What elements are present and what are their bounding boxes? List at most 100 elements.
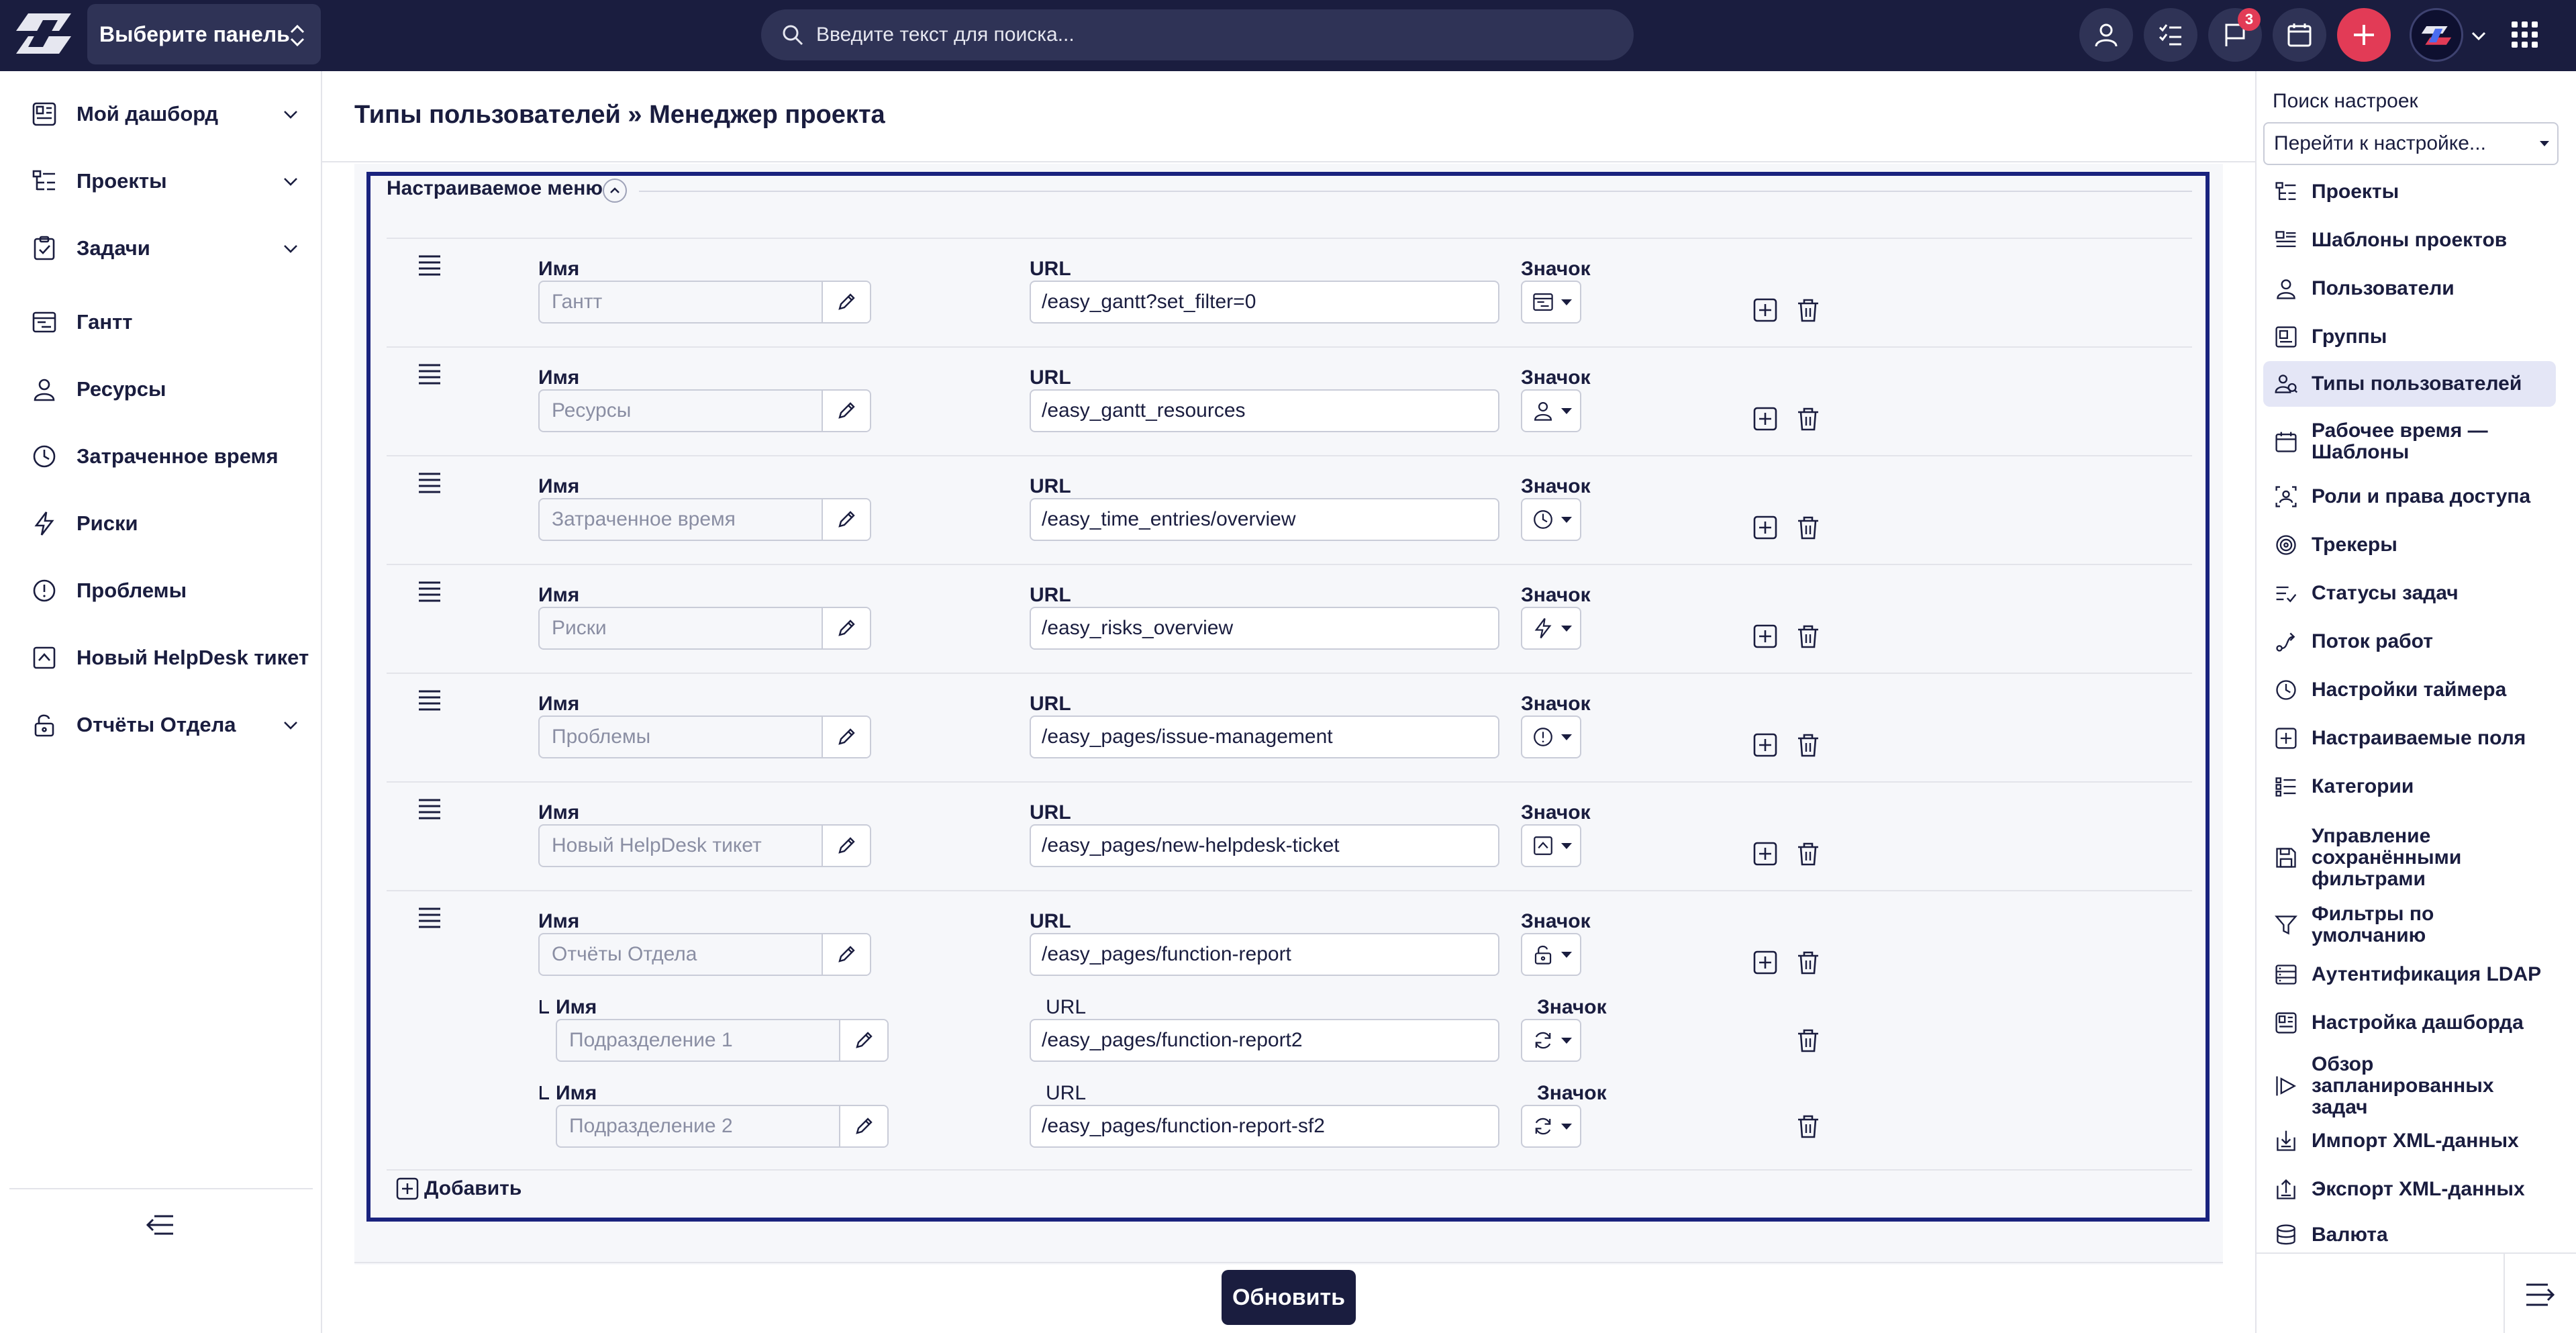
drag-handle-icon[interactable] [416,471,443,494]
add-menu-item-button[interactable]: Добавить [396,1177,522,1200]
trash-icon[interactable] [1795,623,1822,650]
edit-name-button[interactable] [839,1020,887,1060]
sidebar-item-4[interactable]: Гантт [0,289,322,356]
add-child-icon[interactable] [1752,514,1779,541]
add-child-icon[interactable] [1752,297,1779,324]
trash-icon[interactable] [1795,1027,1822,1054]
avatar[interactable] [2410,8,2463,62]
url-input[interactable]: /easy_pages/function-report2 [1030,1019,1499,1062]
settings-item-4[interactable]: Группы [2263,318,2556,356]
drag-handle-icon[interactable] [416,254,443,277]
trash-icon[interactable] [1795,297,1822,324]
trash-icon[interactable] [1795,949,1822,976]
settings-item-13[interactable]: Категории [2263,768,2556,805]
name-input[interactable]: Ресурсы [538,389,871,432]
edit-name-button[interactable] [822,391,870,431]
settings-item-16[interactable]: Аутентификация LDAP [2263,956,2556,993]
quick-add-button[interactable] [2337,8,2391,62]
settings-item-10[interactable]: Поток работ [2263,623,2556,660]
name-input[interactable]: Затраченное время [538,498,871,541]
settings-item-6[interactable]: Рабочее время — Шаблоны [2263,413,2556,470]
sidebar-item-3[interactable]: Задачи [0,215,322,282]
settings-jump-select[interactable]: Перейти к настройке... [2263,122,2559,165]
settings-item-15[interactable]: Фильтры по умолчанию [2263,903,2556,946]
settings-item-17[interactable]: Настройка дашборда [2263,1004,2556,1042]
add-child-icon[interactable] [1752,840,1779,867]
settings-item-9[interactable]: Статусы задач [2263,575,2556,612]
icon-select[interactable] [1521,607,1581,650]
chevron-down-icon[interactable] [2470,27,2487,44]
trash-icon[interactable] [1795,732,1822,758]
sidebar-item-6[interactable]: Затраченное время [0,423,322,490]
url-input[interactable]: /easy_pages/function-report-sf2 [1030,1105,1499,1148]
drag-handle-icon[interactable] [416,906,443,929]
settings-item-3[interactable]: Пользователи [2263,270,2556,307]
url-input[interactable]: /easy_risks_overview [1030,607,1499,650]
settings-item-12[interactable]: Настраиваемые поля [2263,720,2556,757]
icon-select[interactable] [1521,389,1581,432]
settings-item-21[interactable]: Валюта [2263,1216,2556,1254]
settings-item-11[interactable]: Настройки таймера [2263,671,2556,709]
name-input[interactable]: Гантт [538,281,871,324]
edit-name-button[interactable] [822,717,870,757]
name-input[interactable]: Подразделение 1 [556,1019,889,1062]
drag-handle-icon[interactable] [416,580,443,603]
icon-select[interactable] [1521,1105,1581,1148]
chevron-down-icon[interactable] [282,716,299,734]
drag-handle-icon[interactable] [416,797,443,820]
add-child-icon[interactable] [1752,405,1779,432]
panel-select[interactable]: Выберите панель [87,4,321,64]
update-button[interactable]: Обновить [1222,1270,1356,1325]
drag-handle-icon[interactable] [416,362,443,385]
edit-name-button[interactable] [822,608,870,648]
name-input[interactable]: Подразделение 2 [556,1105,889,1148]
name-input[interactable]: Риски [538,607,871,650]
sidebar-item-2[interactable]: Проекты [0,148,322,215]
edit-name-button[interactable] [822,499,870,540]
settings-item-14[interactable]: Управление сохранёнными фильтрами [2263,820,2556,895]
tasks-list-button[interactable] [2144,8,2197,62]
url-input[interactable]: /easy_pages/issue-management [1030,715,1499,758]
global-search[interactable]: Введите текст для поиска... [761,9,1634,60]
chevron-down-icon[interactable] [282,172,299,190]
sidebar-item-7[interactable]: Риски [0,490,322,557]
url-input[interactable]: /easy_gantt?set_filter=0 [1030,281,1499,324]
settings-item-20[interactable]: Экспорт XML-данных [2263,1171,2556,1208]
calendar-button[interactable] [2273,8,2326,62]
trash-icon[interactable] [1795,1113,1822,1140]
name-input[interactable]: Проблемы [538,715,871,758]
settings-item-7[interactable]: Роли и права доступа [2263,478,2556,515]
sidebar-item-5[interactable]: Ресурсы [0,356,322,423]
url-input[interactable]: /easy_pages/new-helpdesk-ticket [1030,824,1499,867]
section-collapse-toggle[interactable] [603,179,627,203]
name-input[interactable]: Новый HelpDesk тикет [538,824,871,867]
settings-item-19[interactable]: Импорт XML-данных [2263,1122,2556,1160]
settings-item-1[interactable]: Проекты [2263,173,2556,211]
name-input[interactable]: Отчёты Отдела [538,933,871,976]
icon-select[interactable] [1521,715,1581,758]
settings-item-2[interactable]: Шаблоны проектов [2263,221,2556,259]
sidebar-item-1[interactable]: Мой дашборд [0,81,322,148]
chevron-down-icon[interactable] [282,240,299,257]
add-child-icon[interactable] [1752,623,1779,650]
settings-item-18[interactable]: Обзор запланированных задач [2263,1054,2556,1118]
chevron-down-icon[interactable] [282,105,299,123]
app-logo[interactable] [16,13,71,54]
trash-icon[interactable] [1795,405,1822,432]
edit-name-button[interactable] [822,282,870,322]
url-input[interactable]: /easy_time_entries/overview [1030,498,1499,541]
url-input[interactable]: /easy_pages/function-report [1030,933,1499,976]
sidebar-item-9[interactable]: Новый HelpDesk тикет [0,624,322,691]
apps-grid-icon[interactable] [2510,20,2540,50]
icon-select[interactable] [1521,933,1581,976]
settings-item-5[interactable]: Типы пользователей [2263,361,2556,407]
collapse-sidebar-icon[interactable] [144,1208,177,1242]
add-child-icon[interactable] [1752,732,1779,758]
sidebar-item-10[interactable]: Отчёты Отдела [0,691,322,758]
edit-name-button[interactable] [822,826,870,866]
collapse-panel-icon[interactable] [2524,1279,2557,1310]
icon-select[interactable] [1521,824,1581,867]
trash-icon[interactable] [1795,514,1822,541]
user-profile-button[interactable] [2079,8,2133,62]
url-input[interactable]: /easy_gantt_resources [1030,389,1499,432]
